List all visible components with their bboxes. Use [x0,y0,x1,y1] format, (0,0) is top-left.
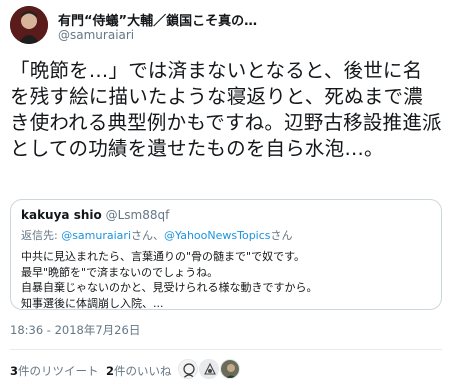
retweets-count: 3 [10,364,19,378]
likes-label: 件のいいね [114,364,172,378]
quoted-text-line: 知事選後に体調崩し入院、... [21,296,164,310]
retweets-label: 件のリツイート [18,364,99,378]
reply-mention-yahoonewstopics[interactable]: @YahooNewsTopics [164,229,271,242]
tweet-card: 有門“侍蟻”大輔／鎖国こそ真の… @samuraiari 「晩節を…」では済まな… [0,0,450,388]
reply-separator: さん、 [131,229,165,242]
quoted-tweet-text: 中共に見込まれたら、言葉通りの"骨の髄まで"で奴です。 最早"晩節を"で済まない… [21,249,431,311]
quoted-text-line: 自暴自棄じゃないのかと、見受けられる様な動きですから。 [21,281,318,294]
author-handle[interactable]: @samuraiari [58,28,134,42]
quoted-tweet-header: kakuya shio @Lsm88qf [21,208,431,222]
quoted-author-handle: @Lsm88qf [105,208,170,222]
reply-suffix: さん [270,229,293,242]
likes-stat[interactable]: 2件のいいね [106,363,172,379]
tweet-header: 有門“侍蟻”大輔／鎖国こそ真の… @samuraiari [10,6,440,48]
quoted-tweet[interactable]: kakuya shio @Lsm88qf 返信先: @samuraiariさん、… [10,199,442,310]
tweet-stats: 3件のリツイート 2件のいいね [10,357,442,385]
quoted-text-line: 中共に見込まれたら、言葉通りの"骨の髄まで"で奴です。 [21,250,306,263]
likes-count: 2 [106,364,115,378]
divider [10,349,442,350]
liker-avatar-3[interactable] [220,359,240,379]
reply-mention-samuraiari[interactable]: @samuraiari [61,229,131,242]
author-display-name[interactable]: 有門“侍蟻”大輔／鎖国こそ真の… [58,10,438,29]
retweets-stat[interactable]: 3件のリツイート [10,363,99,379]
reply-prefix: 返信先: [21,229,62,242]
avatar[interactable] [10,6,48,44]
quoted-reply-to: 返信先: @samuraiariさん、@YahooNewsTopicsさん [21,227,431,243]
tweet-text: 「晩節を…」では済まないとなると、後世に名を残す絵に描いたような寝返りと、死ぬま… [10,59,442,160]
quoted-text-line: 最早"晩節を"で済まないのでしょうね。 [21,265,219,279]
liker-avatar-2[interactable] [199,359,219,379]
quoted-author-name: kakuya shio [21,208,102,222]
liker-avatar-1[interactable] [178,359,198,379]
tweet-timestamp[interactable]: 18:36 - 2018年7月26日 [10,322,140,338]
